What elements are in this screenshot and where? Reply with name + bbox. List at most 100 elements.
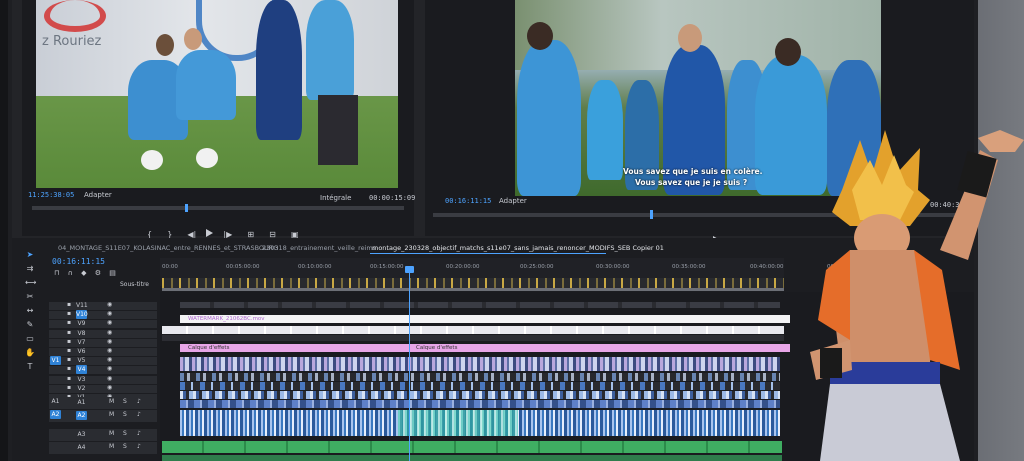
settings-icon[interactable]: ⚙ [95,269,101,277]
track-target-a2[interactable]: A2 [76,411,87,420]
eye-icon[interactable]: ◉ [107,338,112,345]
track-select-icon[interactable]: ⇉ [25,264,35,274]
program-fit-select[interactable]: Adapter [499,197,527,205]
play-icon[interactable] [206,229,214,237]
track-target-v11[interactable]: V11 [76,301,88,310]
track-target-v10[interactable]: V10 [76,310,88,320]
track-target-v6[interactable]: V6 [76,347,87,356]
track-header-v11[interactable]: V11 ▪ ◉ [49,301,157,310]
mute-button[interactable]: M [109,398,114,405]
slip-tool-icon[interactable]: ↔ [25,306,35,316]
clip-row-v5[interactable] [180,357,780,371]
source-patch-v1[interactable]: V1 [50,356,61,365]
track-header-a4[interactable]: A4 M S ♪ [49,442,157,454]
source-quality-select[interactable]: Intégrale [320,194,351,202]
solo-button[interactable]: S [123,443,127,450]
track-header-v6[interactable]: V6 ▪ ◉ [49,347,157,356]
track-filter-label[interactable]: Sous-titre [120,281,149,288]
track-target-v8[interactable]: V8 [76,329,87,338]
eye-icon[interactable]: ◉ [107,329,112,336]
clip-watermark[interactable]: WATERMARK_21062BC.mov [180,315,790,323]
solo-button[interactable]: S [123,430,127,437]
ripple-edit-icon[interactable]: ⟷ [25,278,36,288]
eye-icon[interactable]: ◉ [107,319,112,326]
track-header-v2[interactable]: V2 ▪ ◉ [49,384,157,393]
track-header-v4[interactable]: V4 ▪ ◉ [49,365,157,375]
track-target-v5[interactable]: V5 [76,356,87,365]
track-target-v7[interactable]: V7 [76,338,87,347]
eye-icon[interactable]: ◉ [107,347,112,354]
snap-icon[interactable]: ⊓ [54,269,59,277]
track-header-a3[interactable]: A3 M S ♪ [49,429,157,441]
solo-button[interactable]: S [123,398,127,405]
track-header-v8[interactable]: V8 ▪ ◉ [49,329,157,338]
lock-icon[interactable]: ▪ [67,384,71,391]
clip-row-v9[interactable] [162,326,784,334]
eye-icon[interactable]: ◉ [107,301,112,308]
rectangle-tool-icon[interactable]: ▭ [25,334,35,344]
lock-icon[interactable]: ▪ [67,329,71,336]
clip-row-v11[interactable] [180,302,780,308]
track-header-v10[interactable]: V10 ▪ ◉ [49,310,157,320]
clip-row-a3[interactable] [162,441,782,453]
lock-icon[interactable]: ▪ [67,319,71,326]
track-target-a1[interactable]: A1 [76,398,87,407]
track-target-v9[interactable]: V9 [76,319,87,328]
track-header-v5[interactable]: V5 ▪ ◉ [49,356,157,366]
tab-sequence-1[interactable]: 04_MONTAGE_S11E07_KOLASINAC_entre_RENNES… [58,244,278,252]
playhead-handle[interactable] [405,266,414,273]
track-target-v2[interactable]: V2 [76,384,87,393]
mic-icon[interactable]: ♪ [137,411,141,418]
track-header-a2[interactable]: A2 M S ♪ [49,410,157,422]
clip-row-v8[interactable] [162,335,784,341]
timeline-playhead[interactable] [409,270,410,461]
work-area-bar[interactable] [162,288,784,291]
lock-icon[interactable]: ▪ [67,375,71,382]
linked-selection-icon[interactable]: ∩ [68,269,73,277]
eye-icon[interactable]: ◉ [107,310,112,317]
program-playhead[interactable] [650,210,653,219]
solo-button[interactable]: S [123,411,127,418]
clip-row-a1-teal[interactable] [398,410,518,436]
track-header-v3[interactable]: V3 ▪ ◉ [49,375,157,384]
source-scrub-bar[interactable] [32,206,404,210]
source-patch-a1[interactable]: A1 [50,397,61,406]
eye-icon[interactable]: ◉ [107,375,112,382]
track-target-a3[interactable]: A3 [76,430,87,439]
selection-tool-icon[interactable]: ➤ [25,250,35,260]
eye-icon[interactable]: ◉ [107,384,112,391]
hand-tool-icon[interactable]: ✋ [25,348,35,358]
tab-sequence-2[interactable]: 230318_entrainement_veille_reims [262,244,376,252]
captions-icon[interactable]: ▤ [109,269,116,277]
add-marker-icon[interactable]: ◆ [81,269,86,277]
mute-button[interactable]: M [109,430,114,437]
track-target-v3[interactable]: V3 [76,375,87,384]
clip-row-a4[interactable] [162,455,782,461]
lock-icon[interactable]: ▪ [67,310,71,317]
lock-icon[interactable]: ▪ [67,338,71,345]
source-fit-select[interactable]: Adapter [84,191,112,199]
mic-icon[interactable]: ♪ [137,430,141,437]
clip-row-v3[interactable] [180,382,780,390]
mute-button[interactable]: M [109,443,114,450]
track-target-v4[interactable]: V4 [76,365,87,375]
pen-tool-icon[interactable]: ✎ [25,320,35,330]
track-header-a1[interactable]: A1 M S ♪ [49,397,157,409]
track-header-v7[interactable]: V7 ▪ ◉ [49,338,157,347]
clip-row-v2[interactable] [180,391,780,399]
eye-icon[interactable]: ◉ [107,365,112,372]
clip-row-v1[interactable] [180,400,780,408]
razor-tool-icon[interactable]: ✂ [25,292,35,302]
mic-icon[interactable]: ♪ [137,398,141,405]
clip-row-v4[interactable] [180,373,780,381]
track-target-a4[interactable]: A4 [76,443,87,452]
tab-sequence-3[interactable]: montage_230328_objectif_matchs_s11e07_sa… [372,244,664,252]
eye-icon[interactable]: ◉ [107,356,112,363]
mic-icon[interactable]: ♪ [137,443,141,450]
track-header-v9[interactable]: V9 ▪ ◉ [49,319,157,329]
clip-fx1[interactable]: Calque d'effets [180,344,414,352]
lock-icon[interactable]: ▪ [67,347,71,354]
source-patch-a2[interactable]: A2 [50,410,61,419]
type-tool-icon[interactable]: T [25,362,35,372]
lock-icon[interactable]: ▪ [67,365,71,372]
